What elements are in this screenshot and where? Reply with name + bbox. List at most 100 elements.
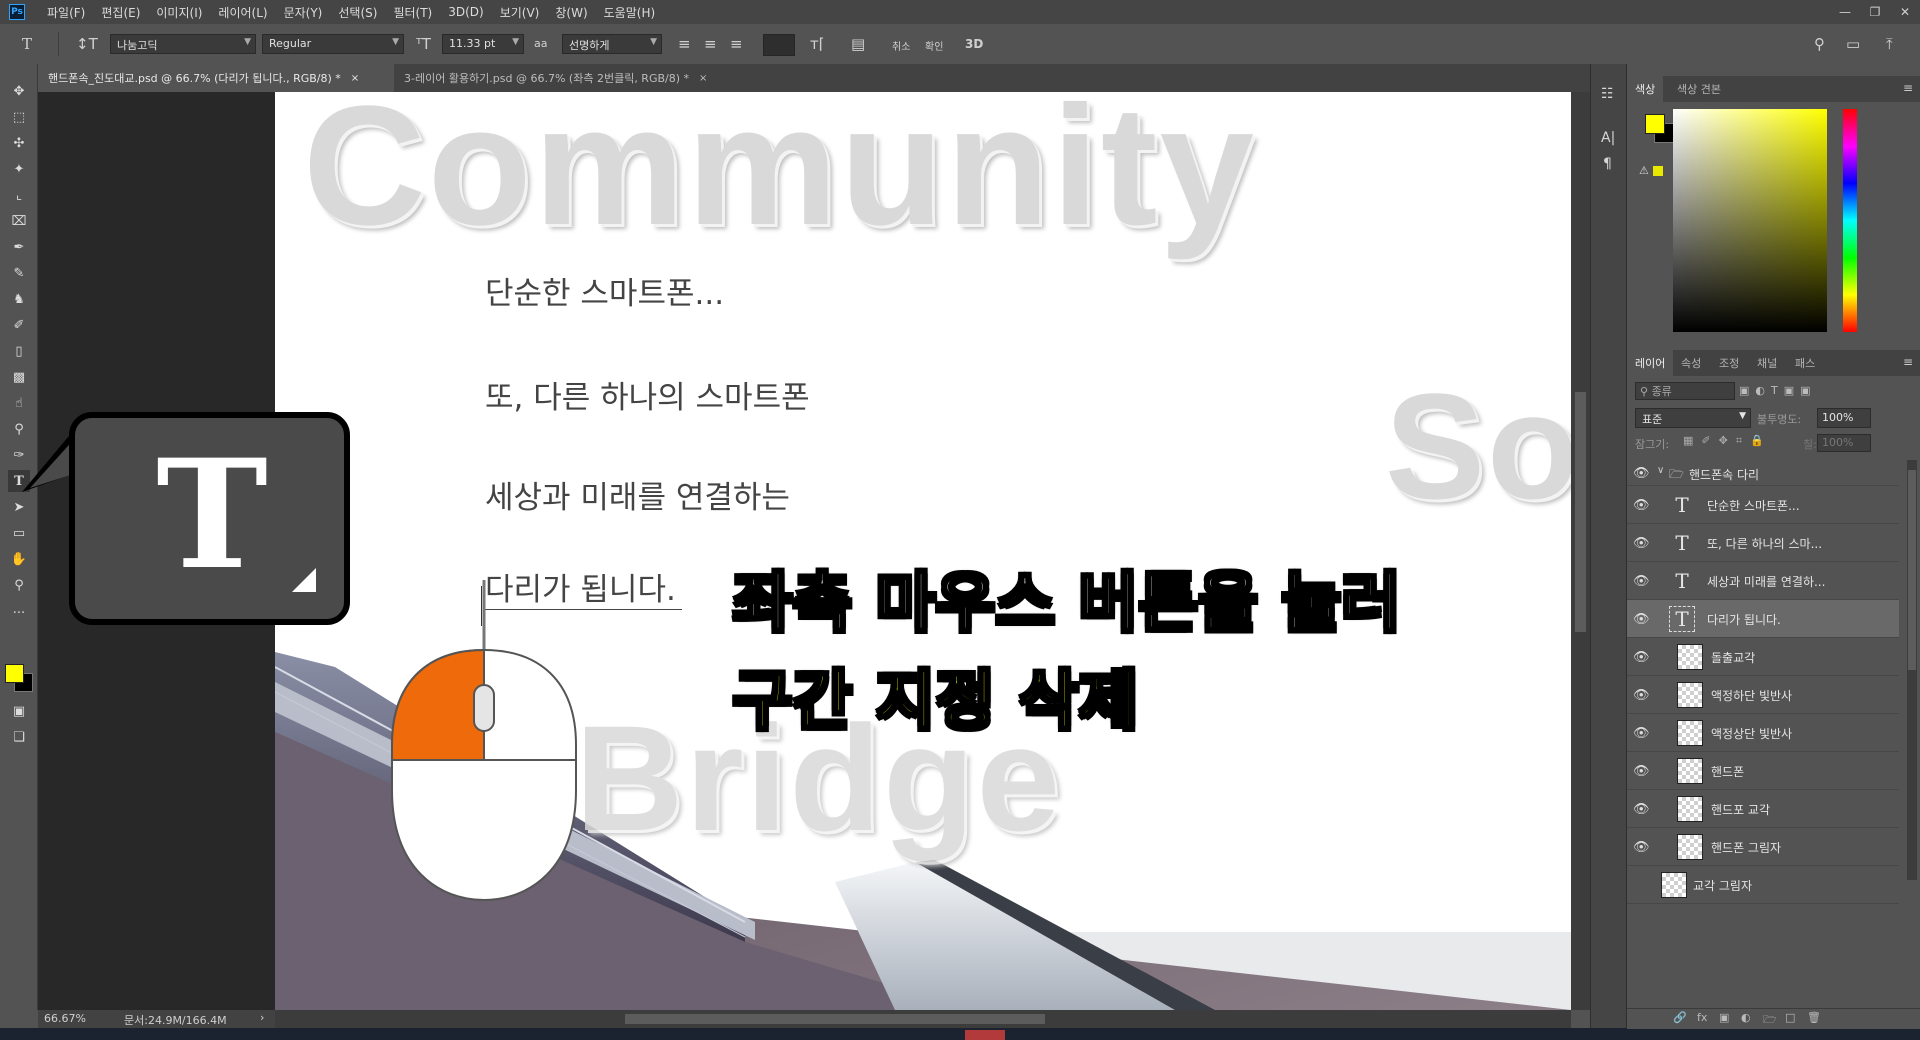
group-name: 핸드폰속 다리 (1689, 468, 1760, 482)
eye-icon[interactable]: 👁 (1633, 466, 1650, 481)
color-fg-swatch[interactable] (1645, 114, 1665, 134)
text-line-1[interactable]: 단순한 스마트폰... (485, 268, 724, 313)
right-panel: 색상 색상 견본 ≡ ⚠ 레이어 속성 조정 채널 패스 ≡ ⚲ 종류 ▣◐T▣… (1626, 64, 1920, 1030)
eye-icon[interactable]: 👁 (1633, 574, 1650, 589)
link-icon[interactable]: 🔗 (1673, 1011, 1687, 1024)
scrollbar-thumb[interactable] (1575, 392, 1586, 632)
text-line-2[interactable]: 또, 다른 하나의 스마트폰 (485, 372, 810, 417)
scrollbar-thumb[interactable] (1908, 470, 1916, 670)
align-left-icon[interactable]: ≡ (678, 35, 691, 53)
font-size-select[interactable]: 11.33 pt ▼ (442, 34, 524, 54)
horizontal-scrollbar[interactable] (275, 1010, 1571, 1028)
align-right-icon[interactable]: ≡ (730, 35, 743, 53)
tab-adjustments[interactable]: 조정 (1711, 350, 1747, 376)
adjustment-icon[interactable]: ◐ (1741, 1011, 1751, 1024)
screen-mode-icon[interactable]: ❏ (8, 726, 30, 748)
tab-layer-document[interactable]: 3-레이어 활용하기.psd @ 66.7% (좌측 2번클릭, RGB/8) … (394, 64, 734, 92)
eye-icon[interactable]: 👁 (1633, 612, 1650, 627)
taskbar-app[interactable] (965, 1030, 1005, 1040)
eye-icon[interactable]: 👁 (1633, 764, 1650, 779)
menu-help[interactable]: 도움말(H) (596, 4, 664, 21)
hue-slider[interactable] (1843, 109, 1857, 332)
panel-menu-icon[interactable]: ≡ (1903, 81, 1913, 95)
gamut-warning-icon[interactable]: ⚠ (1639, 164, 1649, 177)
eye-icon[interactable]: 👁 (1633, 688, 1650, 703)
layer-row[interactable]: 👁 액정상단 빛반사 (1627, 714, 1899, 752)
fx-icon[interactable]: fx (1697, 1011, 1707, 1024)
mask-icon[interactable]: ▣ (1719, 1011, 1729, 1024)
character-panel-icon[interactable]: ▤ (851, 35, 865, 53)
chevron-right-icon[interactable]: › (260, 1011, 264, 1024)
folder-icon[interactable]: 🗁 (1763, 1011, 1777, 1030)
tab-channels[interactable]: 채널 (1749, 350, 1785, 376)
eye-icon[interactable]: 👁 (1633, 840, 1650, 855)
chevron-down-icon: ▼ (650, 37, 657, 47)
close-icon[interactable]: ✕ (1890, 0, 1920, 24)
character-icon[interactable]: A| (1601, 130, 1615, 146)
foreground-color-swatch[interactable] (5, 664, 24, 683)
layer-name: 핸드포 교각 (1711, 803, 1771, 817)
text-line-3[interactable]: 세상과 미래를 연결하는 (485, 472, 790, 517)
3d-button[interactable]: 3D (965, 37, 983, 51)
gamut-swatch[interactable] (1653, 166, 1663, 176)
layer-row[interactable]: 👁 T 또, 다른 하나의 스마... (1627, 524, 1899, 562)
eye-icon[interactable]: 👁 (1633, 726, 1650, 741)
layer-filter-select[interactable]: ⚲ 종류 (1635, 382, 1735, 400)
layer-filter-icons[interactable]: ▣◐T▣▣ (1739, 384, 1817, 397)
layer-name: 또, 다른 하나의 스마... (1707, 537, 1823, 551)
layer-row-selected[interactable]: 👁 T 다리가 됩니다. (1627, 600, 1899, 638)
paragraph-icon[interactable]: ¶ (1603, 156, 1612, 172)
layer-row[interactable]: 👁 핸드폰 (1627, 752, 1899, 790)
menu-view[interactable]: 보기(V) (492, 4, 548, 21)
menu-filter[interactable]: 필터(T) (385, 4, 440, 21)
warp-text-icon[interactable]: т⌈ (810, 35, 825, 53)
antialias-select[interactable]: 선명하게 ▼ (562, 34, 662, 54)
vertical-scrollbar[interactable] (1571, 92, 1590, 1010)
restore-icon[interactable]: ❐ (1860, 0, 1890, 24)
layer-row[interactable]: 👁 T 세상과 미래를 연결하... (1627, 562, 1899, 600)
lock-icons[interactable]: ▦✐✥⌗🔒 (1683, 434, 1772, 448)
color-field[interactable] (1673, 109, 1827, 332)
text-color-swatch[interactable] (763, 34, 795, 56)
scrollbar-thumb[interactable] (625, 1014, 1045, 1024)
panel-menu-icon[interactable]: ≡ (1903, 355, 1913, 369)
eye-icon[interactable]: 👁 (1633, 802, 1650, 817)
layer-row[interactable]: 교각 그림자 (1627, 866, 1899, 904)
commit-button[interactable]: 확인 (925, 38, 943, 53)
tab-color[interactable]: 색상 (1627, 76, 1664, 102)
menu-window[interactable]: 창(W) (547, 4, 595, 21)
new-layer-icon[interactable]: □ (1785, 1011, 1795, 1024)
tab-layers[interactable]: 레이어 (1627, 350, 1674, 376)
layer-row[interactable]: 👁 핸드포 교각 (1627, 790, 1899, 828)
eye-icon[interactable]: 👁 (1633, 650, 1650, 665)
workspace-icon[interactable]: ▭ (1846, 35, 1860, 53)
tab-swatches[interactable]: 색상 견본 (1669, 76, 1729, 102)
minimize-icon[interactable]: — (1830, 0, 1860, 24)
zoom-level[interactable]: 66.67% (44, 1012, 86, 1025)
layer-row[interactable]: 👁 핸드폰 그림자 (1627, 828, 1899, 866)
history-icon[interactable]: ☷ (1601, 86, 1614, 102)
opacity-input[interactable]: 100% (1817, 408, 1871, 428)
eye-icon[interactable]: 👁 (1633, 498, 1650, 513)
align-center-icon[interactable]: ≡ (704, 35, 717, 53)
menu-3d[interactable]: 3D(D) (440, 5, 491, 19)
chevron-down-icon[interactable]: ∨ (1657, 465, 1664, 476)
fill-input[interactable]: 100% (1817, 434, 1871, 452)
trash-icon[interactable]: 🗑 (1807, 1011, 1821, 1024)
layer-row[interactable]: 👁 액정하단 빛반사 (1627, 676, 1899, 714)
chevron-down-icon: ▼ (1739, 411, 1746, 421)
blend-mode-select[interactable]: 표준 ▼ (1635, 408, 1751, 428)
font-size-value: 11.33 pt (449, 37, 496, 50)
layer-row[interactable]: 👁 돌출교각 (1627, 638, 1899, 676)
layer-row[interactable]: 👁 T 단순한 스마트폰... (1627, 486, 1899, 524)
share-icon[interactable]: ⤒ (1886, 35, 1893, 53)
layers-scrollbar[interactable] (1907, 460, 1917, 880)
layer-group-row[interactable]: 👁 ∨ 🗁 핸드폰속 다리 (1627, 460, 1899, 486)
tab-properties[interactable]: 속성 (1673, 350, 1709, 376)
eye-icon[interactable]: 👁 (1633, 536, 1650, 551)
quick-mask-icon[interactable]: ▣ (8, 700, 30, 722)
cancel-button[interactable]: 취소 (892, 38, 910, 53)
search-icon[interactable]: ⚲ (1814, 35, 1825, 53)
close-icon[interactable]: × (699, 73, 707, 84)
tab-paths[interactable]: 패스 (1787, 350, 1823, 376)
